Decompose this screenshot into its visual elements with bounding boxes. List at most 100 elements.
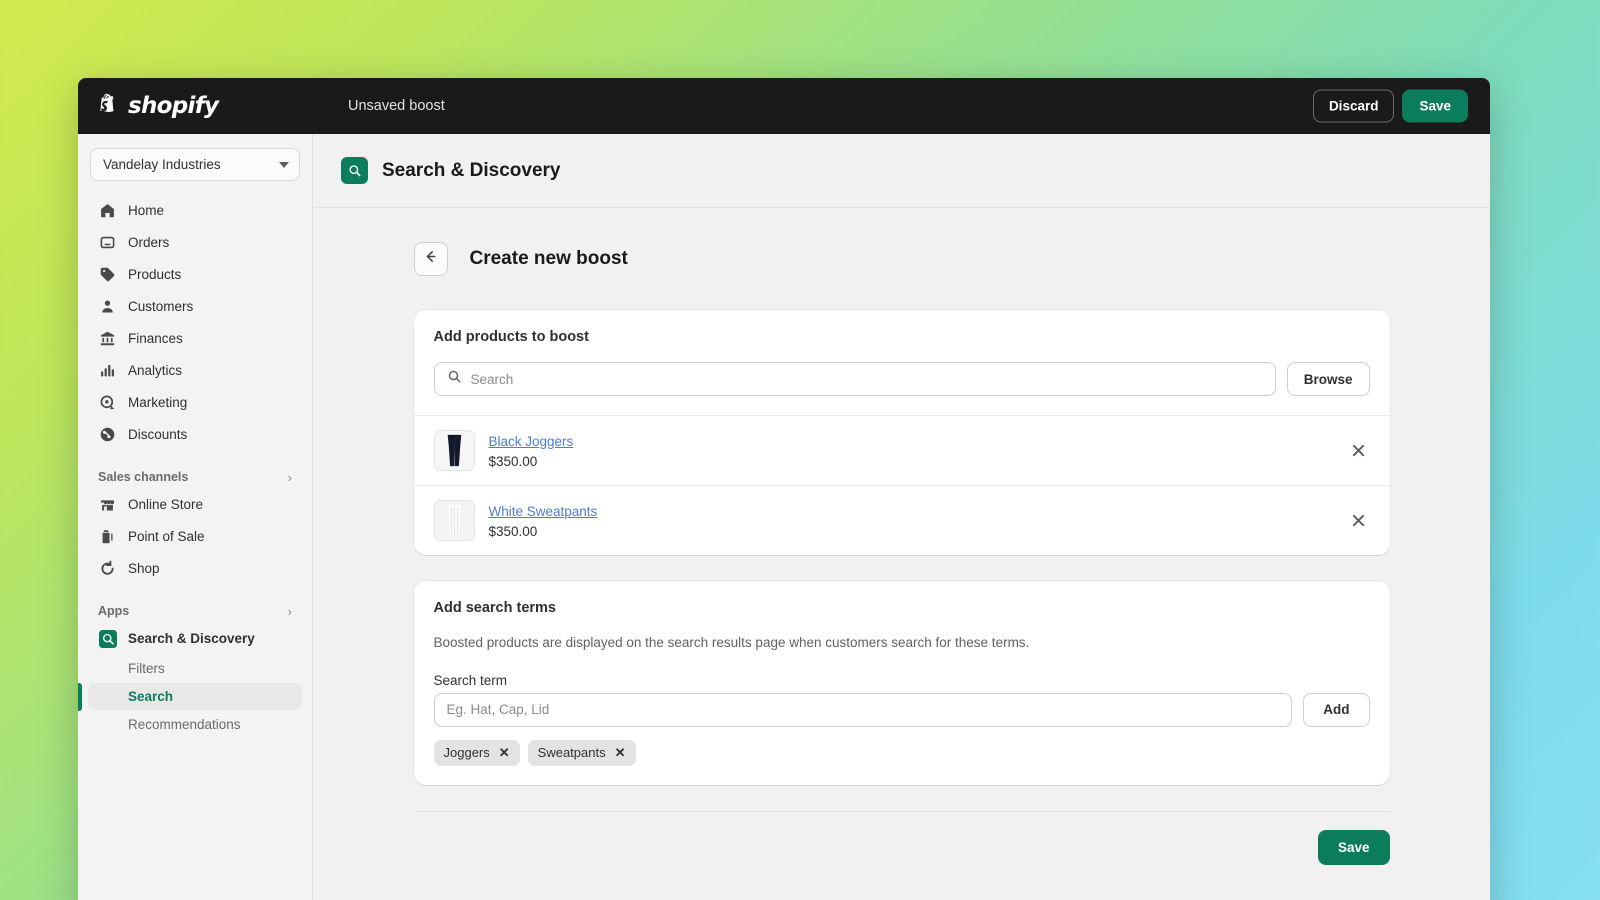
sidebar-item-label: Products bbox=[128, 267, 182, 282]
section-label: Sales channels bbox=[98, 470, 189, 484]
orders-tray-icon bbox=[98, 233, 117, 252]
app-header: Search & Discovery bbox=[313, 134, 1490, 208]
page-scroll-area: Create new boost Add products to boost S… bbox=[313, 208, 1490, 900]
sidebar-item-point-of-sale[interactable]: Point of Sale bbox=[88, 521, 302, 552]
sidebar-subitem-recommendations[interactable]: Recommendations bbox=[88, 711, 302, 738]
search-term-row: Add bbox=[433, 692, 1370, 727]
sidebar-item-label: Discounts bbox=[128, 427, 188, 442]
section-label: Apps bbox=[98, 604, 130, 618]
add-search-terms-description: Boosted products are displayed on the se… bbox=[433, 635, 1030, 650]
chevron-right-icon[interactable]: › bbox=[288, 605, 292, 618]
store-switcher[interactable]: Vandelay Industries bbox=[90, 148, 300, 181]
window-body: Vandelay Industries Home Orders Products… bbox=[78, 134, 1490, 900]
browse-button[interactable]: Browse bbox=[1286, 362, 1370, 396]
store-name: Vandelay Industries bbox=[103, 157, 221, 172]
sidebar-subitem-search[interactable]: Search bbox=[88, 683, 302, 710]
shop-icon bbox=[98, 559, 117, 578]
sidebar-item-discounts[interactable]: Discounts bbox=[88, 419, 302, 450]
sidebar-section-sales-channels[interactable]: Sales channels › bbox=[88, 462, 302, 489]
add-products-card: Add products to boost Browse bbox=[413, 310, 1390, 555]
product-search-input[interactable] bbox=[470, 371, 1263, 387]
sidebar-item-label: Orders bbox=[128, 235, 170, 250]
chevron-right-icon[interactable]: › bbox=[288, 471, 292, 484]
search-term-chips: Joggers ✕ Sweatpants ✕ bbox=[433, 739, 1370, 766]
close-icon[interactable] bbox=[1348, 510, 1370, 532]
footer-actions: Save bbox=[414, 812, 1390, 889]
sidebar: Vandelay Industries Home Orders Products… bbox=[78, 134, 313, 900]
marketing-target-icon bbox=[98, 393, 117, 412]
close-icon[interactable]: ✕ bbox=[615, 745, 626, 761]
page-content: Create new boost Add products to boost S… bbox=[413, 242, 1390, 889]
list-item[interactable]: Sweatpants ✕ bbox=[527, 739, 636, 766]
add-search-terms-body: Add search terms Boosted products are di… bbox=[414, 581, 1390, 785]
sidebar-item-products[interactable]: Products bbox=[88, 259, 302, 290]
chip-label: Sweatpants bbox=[537, 745, 606, 761]
white-sweatpants-thumb bbox=[433, 500, 475, 541]
sidebar-item-label: Online Store bbox=[128, 497, 204, 512]
sidebar-item-label: Customers bbox=[128, 299, 194, 314]
storefront-icon bbox=[98, 495, 117, 514]
sidebar-item-home[interactable]: Home bbox=[88, 195, 302, 226]
shopify-logo[interactable]: shopify bbox=[96, 93, 314, 120]
close-icon[interactable] bbox=[1348, 440, 1370, 462]
product-link[interactable]: Black Joggers bbox=[489, 434, 574, 449]
list-item[interactable]: Joggers ✕ bbox=[433, 739, 520, 766]
sidebar-item-analytics[interactable]: Analytics bbox=[88, 355, 302, 386]
page-title: Create new boost bbox=[469, 248, 628, 269]
active-item-indicator bbox=[78, 682, 82, 711]
product-link[interactable]: White Sweatpants bbox=[489, 504, 598, 519]
pos-icon bbox=[98, 527, 117, 546]
save-button-top[interactable]: Save bbox=[1402, 89, 1468, 123]
search-term-label: Search term bbox=[433, 672, 508, 688]
sidebar-item-label: Marketing bbox=[128, 395, 188, 410]
shopify-wordmark: shopify bbox=[128, 93, 219, 119]
close-icon[interactable]: ✕ bbox=[499, 745, 510, 761]
arrow-left-icon bbox=[422, 248, 439, 270]
chip-label: Joggers bbox=[443, 745, 490, 761]
search-icon bbox=[447, 369, 462, 389]
add-search-terms-title: Add search terms bbox=[433, 600, 557, 616]
product-search-row: Browse bbox=[433, 362, 1370, 396]
save-button-bottom[interactable]: Save bbox=[1317, 829, 1390, 865]
product-price: $350.00 bbox=[488, 523, 538, 539]
sidebar-item-label: Search & Discovery bbox=[128, 631, 255, 646]
product-info: White Sweatpants $350.00 bbox=[489, 503, 1334, 539]
page-header: Create new boost bbox=[413, 242, 1390, 276]
sidebar-item-shop[interactable]: Shop bbox=[88, 553, 302, 584]
product-search-field[interactable] bbox=[433, 362, 1276, 396]
search-term-input[interactable] bbox=[433, 692, 1293, 727]
sidebar-item-label: Shop bbox=[128, 561, 160, 576]
sidebar-item-label: Analytics bbox=[128, 363, 183, 378]
black-joggers-thumb bbox=[433, 430, 475, 471]
sidebar-subitem-filters[interactable]: Filters bbox=[88, 655, 302, 682]
sidebar-item-online-store[interactable]: Online Store bbox=[88, 489, 302, 520]
topbar-actions: Discard Save bbox=[1312, 89, 1468, 123]
add-search-terms-card: Add search terms Boosted products are di… bbox=[413, 581, 1390, 785]
discount-percent-icon bbox=[98, 425, 117, 444]
add-term-button[interactable]: Add bbox=[1303, 692, 1370, 727]
sidebar-item-orders[interactable]: Orders bbox=[88, 227, 302, 258]
finances-bank-icon bbox=[98, 329, 117, 348]
table-row: White Sweatpants $350.00 bbox=[413, 485, 1390, 555]
table-row: Black Joggers $350.00 bbox=[413, 415, 1390, 485]
app-title: Search & Discovery bbox=[382, 159, 561, 181]
sidebar-section-apps[interactable]: Apps › bbox=[88, 596, 302, 623]
top-bar: shopify Unsaved boost Discard Save bbox=[78, 78, 1490, 134]
customer-person-icon bbox=[98, 297, 117, 316]
chevron-down-icon bbox=[279, 161, 289, 168]
analytics-bars-icon bbox=[98, 361, 117, 380]
sidebar-item-customers[interactable]: Customers bbox=[88, 291, 302, 322]
add-products-card-body: Add products to boost Browse bbox=[414, 310, 1390, 415]
home-icon bbox=[98, 201, 117, 220]
search-discovery-icon bbox=[341, 157, 368, 184]
discard-button[interactable]: Discard bbox=[1312, 89, 1395, 123]
sidebar-item-marketing[interactable]: Marketing bbox=[88, 387, 302, 418]
back-button[interactable] bbox=[413, 242, 448, 276]
main-content: Search & Discovery Create new boost Add … bbox=[313, 134, 1490, 900]
product-price: $350.00 bbox=[488, 453, 538, 469]
product-info: Black Joggers $350.00 bbox=[489, 433, 1334, 469]
sidebar-item-search-and-discovery[interactable]: Search & Discovery bbox=[88, 623, 302, 654]
sidebar-item-label: Finances bbox=[128, 331, 183, 346]
sidebar-item-label: Point of Sale bbox=[128, 529, 205, 544]
sidebar-item-finances[interactable]: Finances bbox=[88, 323, 302, 354]
